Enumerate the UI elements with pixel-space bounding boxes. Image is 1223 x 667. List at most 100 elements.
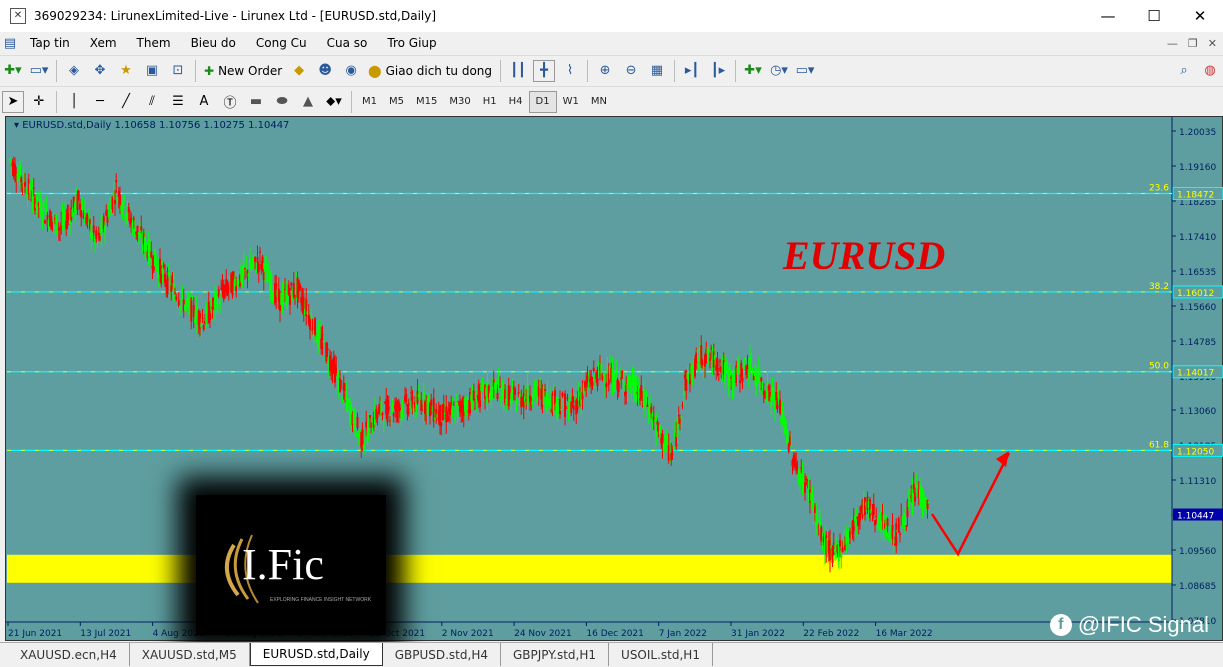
text-icon[interactable]: A <box>193 91 215 113</box>
new-order-button[interactable]: ✚ New Order <box>200 60 286 82</box>
candle-body <box>45 205 48 213</box>
candle-body <box>95 230 98 239</box>
candle-body <box>391 403 394 412</box>
candle-body <box>319 331 321 335</box>
triangle-icon[interactable]: ▲ <box>297 91 319 113</box>
price-scale-label: 1.19160 <box>1179 163 1216 173</box>
candle-body <box>392 413 395 417</box>
crosshair-icon[interactable]: ✛ <box>28 91 50 113</box>
candle-body <box>231 276 234 296</box>
timeframe-m5[interactable]: M5 <box>383 91 410 113</box>
templates-icon[interactable]: ▭▾ <box>794 60 816 82</box>
arrows-icon[interactable]: ⬥▾ <box>323 91 345 113</box>
candle-body <box>905 525 908 527</box>
close-button[interactable]: ✕ <box>1177 0 1223 32</box>
market-watch-icon[interactable]: ◈ <box>63 60 85 82</box>
menu-help[interactable]: Tro Giup <box>377 36 446 50</box>
zoom-out-icon[interactable]: ⊖ <box>620 60 642 82</box>
candle-body <box>480 384 483 392</box>
timeframe-m30[interactable]: M30 <box>443 91 476 113</box>
candlestick-icon[interactable]: ╋ <box>533 59 556 82</box>
candle-body <box>407 402 410 414</box>
candle-body <box>779 399 781 414</box>
mdi-close-button[interactable]: ✕ <box>1208 37 1217 50</box>
tab-gbpusd-std-h4[interactable]: GBPUSD.std,H4 <box>383 643 501 666</box>
menu-window[interactable]: Cua so <box>317 36 378 50</box>
candle-body <box>115 180 118 183</box>
horizontal-line-icon[interactable]: ─ <box>89 91 111 113</box>
signals-icon[interactable]: ☻ <box>314 60 336 82</box>
timeframe-w1[interactable]: W1 <box>557 91 585 113</box>
candle-body <box>87 213 90 215</box>
equidistant-channel-icon[interactable]: ⫽ <box>141 91 163 113</box>
strategy-tester-icon[interactable]: ⊡ <box>167 60 189 82</box>
terminal-icon[interactable]: ▣ <box>141 60 163 82</box>
tile-windows-icon[interactable]: ▦ <box>646 60 668 82</box>
candle-body <box>859 512 861 521</box>
tab-gbpjpy-std-h1[interactable]: GBPJPY.std,H1 <box>501 643 610 666</box>
ific-logo: I.Fic EXPLORING FINANCE INSIGHT NETWORK <box>196 495 386 635</box>
menu-view[interactable]: Xem <box>80 36 127 50</box>
menu-charts[interactable]: Bieu do <box>181 36 246 50</box>
candle-body <box>535 385 538 398</box>
mdi-minimize-button[interactable]: — <box>1167 37 1178 50</box>
candle-body <box>696 349 699 353</box>
chart-shift-icon[interactable]: ┃▸ <box>707 60 729 82</box>
tab-eurusd-std-daily[interactable]: EURUSD.std,Daily <box>249 643 383 666</box>
candle-body <box>844 545 846 550</box>
price-chart[interactable]: 1.200351.191601.182851.174101.165351.156… <box>6 117 1223 642</box>
ellipse-icon[interactable]: ⬬ <box>271 91 293 113</box>
menu-insert[interactable]: Them <box>127 36 181 50</box>
autoscroll-icon[interactable]: ▸┃ <box>681 60 703 82</box>
radio-icon[interactable]: ◉ <box>340 60 362 82</box>
navigator-icon[interactable]: ★ <box>115 60 137 82</box>
price-scale-label: 1.08685 <box>1179 582 1216 592</box>
candle-body <box>42 202 45 208</box>
data-window-icon[interactable]: ✥ <box>89 60 111 82</box>
tab-xauusd-ecn-h4[interactable]: XAUUSD.ecn,H4 <box>8 643 130 666</box>
fibonacci-icon[interactable]: ☰ <box>167 91 189 113</box>
minimize-button[interactable]: — <box>1085 0 1131 32</box>
date-label: 16 Mar 2022 <box>876 629 933 639</box>
indicators-icon[interactable]: ✚▾ <box>742 60 764 82</box>
chart-area[interactable]: 1.20035 1.19160 1.18285 1.17410 1.16535 1.156… <box>5 116 1223 641</box>
mdi-restore-button[interactable]: ❐ <box>1188 37 1198 50</box>
timeframe-m1[interactable]: M1 <box>356 91 383 113</box>
menu-file[interactable]: Tap tin <box>20 36 80 50</box>
profiles-icon[interactable]: ▭▾ <box>28 60 50 82</box>
text-label-icon[interactable]: Ⓣ <box>219 91 241 113</box>
candle-body <box>77 190 80 199</box>
algo-trading-button[interactable]: ⬤ Giao dich tu dong <box>364 60 496 82</box>
timeframe-d1[interactable]: D1 <box>528 90 557 113</box>
tab-xauusd-std-m5[interactable]: XAUUSD.std,M5 <box>130 643 250 666</box>
menu-tools[interactable]: Cong Cu <box>246 36 317 50</box>
tab-usoil-std-h1[interactable]: USOIL.std,H1 <box>609 643 713 666</box>
candle-body <box>619 370 621 379</box>
line-chart-icon[interactable]: ⌇ <box>559 60 581 82</box>
cursor-icon[interactable]: ➤ <box>2 90 24 113</box>
new-chart-icon[interactable]: ✚▾ <box>2 60 24 82</box>
candle-body <box>362 445 365 449</box>
candle-body <box>887 534 890 536</box>
timeframe-h4[interactable]: H4 <box>503 91 529 113</box>
trendline-icon[interactable]: ╱ <box>115 91 137 113</box>
periods-icon[interactable]: ◷▾ <box>768 60 790 82</box>
rectangle-icon[interactable]: ▬ <box>245 91 267 113</box>
candle-body <box>359 430 361 432</box>
timeframe-h1[interactable]: H1 <box>477 91 503 113</box>
search-icon[interactable]: ⌕ <box>1173 60 1195 82</box>
vertical-line-icon[interactable]: │ <box>63 91 85 113</box>
dropdown-triangle-icon[interactable]: ▾ <box>14 120 22 131</box>
candle-body <box>889 535 891 538</box>
metaeditor-icon[interactable]: ◆ <box>288 60 310 82</box>
maximize-button[interactable]: ☐ <box>1131 0 1177 32</box>
bar-chart-icon[interactable]: ┃┃ <box>507 60 529 82</box>
timeframe-m15[interactable]: M15 <box>410 91 443 113</box>
zoom-in-icon[interactable]: ⊕ <box>594 60 616 82</box>
timeframe-mn[interactable]: MN <box>585 91 613 113</box>
candle-body <box>369 415 371 418</box>
candle-body <box>180 299 183 304</box>
candle-body <box>440 422 443 427</box>
chat-icon[interactable]: ◍ <box>1199 60 1221 82</box>
candle-body <box>44 220 46 224</box>
